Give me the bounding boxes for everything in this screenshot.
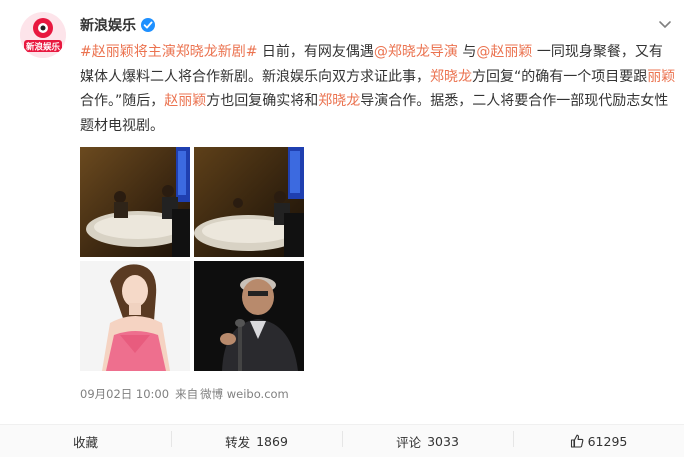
action-bar: 收藏 转发 1869 评论 3033 61295 bbox=[0, 424, 684, 457]
post-text-segment: 合作。”随后， bbox=[80, 93, 165, 109]
highlight-keyword: 郑晓龙 bbox=[430, 68, 472, 85]
author-name-row[interactable]: 新浪娱乐 bbox=[80, 15, 155, 35]
post-meta: 09月02日 10:00 来自 微博 weibo.com bbox=[80, 386, 295, 402]
mention-link-director[interactable]: @郑晓龙导演 bbox=[374, 44, 458, 60]
repost-button[interactable]: 转发 1869 bbox=[171, 425, 342, 457]
post-text: #赵丽颖将主演郑晓龙新剧# 日前，有网友偶遇@郑晓龙导演 与@赵丽颖 一同现身聚… bbox=[80, 40, 676, 138]
verified-icon bbox=[141, 18, 155, 32]
post-text-segment: 方也回复确实将和 bbox=[206, 93, 319, 109]
author-name[interactable]: 新浪娱乐 bbox=[80, 18, 136, 34]
post-text-segment: 方回复“的确有一个项目要跟 bbox=[472, 68, 648, 85]
post-timestamp[interactable]: 09月02日 10:00 bbox=[80, 387, 169, 401]
repost-count: 1869 bbox=[256, 433, 288, 449]
dinner-photo-1[interactable] bbox=[80, 147, 190, 257]
mention-link-actress[interactable]: @赵丽颖 bbox=[476, 44, 532, 60]
comment-count: 3033 bbox=[427, 433, 459, 449]
dinner-photo-2[interactable] bbox=[194, 147, 304, 257]
post-text-segment: 与 bbox=[457, 44, 477, 60]
author-avatar[interactable]: 新浪娱乐 bbox=[20, 12, 66, 58]
like-button[interactable]: 61295 bbox=[513, 425, 684, 457]
highlight-keyword: 郑晓龙 bbox=[318, 93, 361, 109]
highlight-keyword: 赵丽颖 bbox=[164, 93, 207, 109]
director-photo[interactable] bbox=[194, 261, 304, 371]
post-source[interactable]: 微博 weibo.com bbox=[200, 387, 289, 401]
actress-photo[interactable] bbox=[80, 261, 190, 371]
comment-button[interactable]: 评论 3033 bbox=[342, 425, 513, 457]
post-text-segment: 日前，有网友偶遇 bbox=[257, 44, 374, 60]
collect-button[interactable]: 收藏 bbox=[0, 425, 171, 457]
chevron-down-icon[interactable] bbox=[658, 20, 672, 30]
collect-label: 收藏 bbox=[72, 434, 98, 450]
like-count: 61295 bbox=[587, 433, 628, 449]
repost-label: 转发 bbox=[225, 434, 251, 450]
avatar-logo-text: 新浪娱乐 bbox=[26, 42, 61, 53]
topic-link[interactable]: #赵丽颖将主演郑晓龙新剧# bbox=[80, 44, 257, 60]
source-prefix: 来自 bbox=[175, 387, 199, 401]
highlight-keyword: 丽颖 bbox=[647, 68, 676, 85]
thumbs-up-icon bbox=[570, 434, 583, 448]
comment-label: 评论 bbox=[396, 434, 422, 450]
